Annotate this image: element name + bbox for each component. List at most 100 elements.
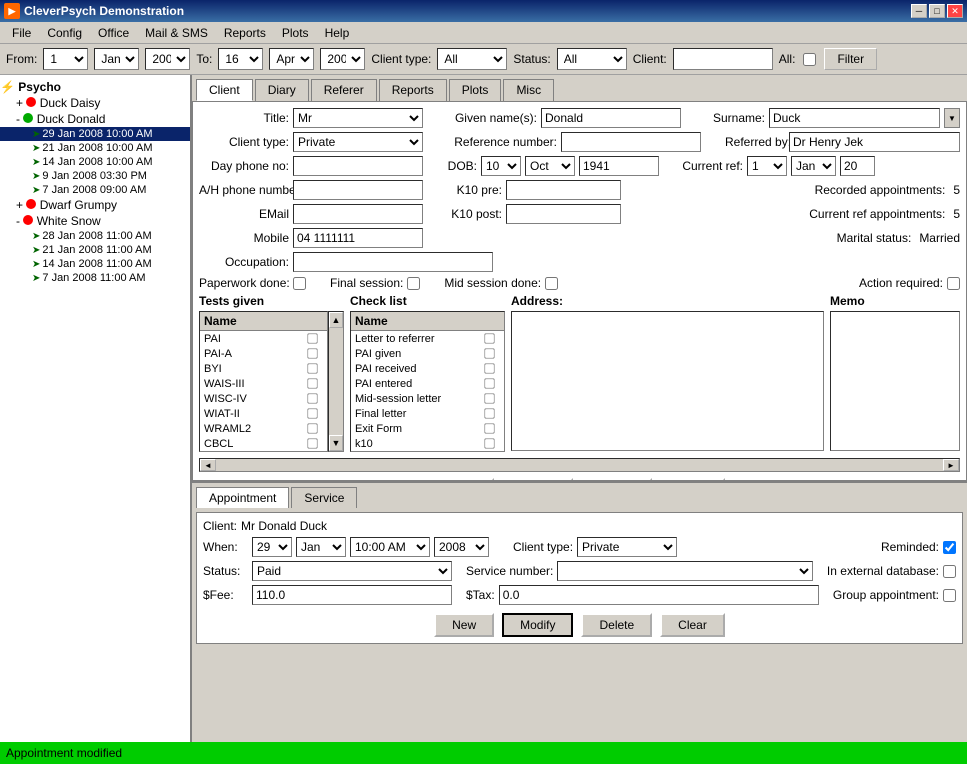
test-pai-a-check[interactable] <box>307 348 317 358</box>
tab-referer[interactable]: Referer <box>311 79 377 101</box>
tab-client[interactable]: Client <box>196 79 253 101</box>
menu-mail-sms[interactable]: Mail & SMS <box>137 24 216 42</box>
referred-by-input[interactable] <box>789 132 960 152</box>
appt-reminded-checkbox[interactable] <box>943 541 956 554</box>
test-wiat-check[interactable] <box>307 408 317 418</box>
test-pai-check[interactable] <box>307 333 317 343</box>
check-k10-cb[interactable] <box>484 438 494 448</box>
address-textarea[interactable] <box>511 311 824 451</box>
k10-pre-input[interactable] <box>506 180 621 200</box>
appt-external-checkbox[interactable] <box>943 565 956 578</box>
check-pai-entered-cb[interactable] <box>484 378 494 388</box>
tab-plots[interactable]: Plots <box>449 79 502 101</box>
appt-9-jan[interactable]: ➤ 9 Jan 2008 03:30 PM <box>0 169 190 183</box>
appt-when-year[interactable]: 2008 <box>434 537 489 557</box>
tests-scroll-down[interactable]: ▼ <box>329 435 343 451</box>
appt-29-jan[interactable]: ➤ 29 Jan 2008 10:00 AM <box>0 127 190 141</box>
surname-scroll-btn[interactable]: ▼ <box>944 108 960 128</box>
occupation-input[interactable] <box>293 252 493 272</box>
k10-post-input[interactable] <box>506 204 621 224</box>
client-toolbar-input[interactable] <box>673 48 773 70</box>
tab-misc[interactable]: Misc <box>503 79 554 101</box>
h-scroll-left[interactable]: ◄ <box>200 459 216 471</box>
appt-new-button[interactable]: New <box>434 613 494 637</box>
test-cbcl-check[interactable] <box>307 438 317 448</box>
paperwork-checkbox[interactable] <box>293 277 306 290</box>
appt-7-jan[interactable]: ➤ 7 Jan 2008 09:00 AM <box>0 183 190 197</box>
action-required-checkbox[interactable] <box>947 277 960 290</box>
appt-when-month[interactable]: Jan <box>296 537 346 557</box>
ah-phone-input[interactable] <box>293 180 423 200</box>
appt-snow-21-jan[interactable]: ➤ 21 Jan 2008 11:00 AM <box>0 243 190 257</box>
check-exit-form-cb[interactable] <box>484 423 494 433</box>
check-final-letter-cb[interactable] <box>484 408 494 418</box>
check-pai-given-cb[interactable] <box>484 348 494 358</box>
appt-when-day[interactable]: 29 <box>252 537 292 557</box>
email-input[interactable] <box>293 204 423 224</box>
appt-clear-button[interactable]: Clear <box>660 613 725 637</box>
mobile-input[interactable] <box>293 228 423 248</box>
given-names-input[interactable] <box>541 108 681 128</box>
test-wisc-check[interactable] <box>307 393 317 403</box>
appt-status-select[interactable]: PaidUnpaid <box>252 561 452 581</box>
appt-modify-button[interactable]: Modify <box>502 613 573 637</box>
current-ref-month[interactable]: Jan <box>791 156 836 176</box>
tests-scroll-up[interactable]: ▲ <box>329 312 343 328</box>
appt-group-checkbox[interactable] <box>943 589 956 602</box>
mid-session-checkbox[interactable] <box>545 277 558 290</box>
test-wais-check[interactable] <box>307 378 317 388</box>
appt-when-time[interactable]: 10:00 AM <box>350 537 430 557</box>
dob-month-select[interactable]: Oct <box>525 156 575 176</box>
appt-service-num-select[interactable] <box>557 561 813 581</box>
check-letter-ref-cb[interactable] <box>484 333 494 343</box>
tree-item-white-snow[interactable]: - White Snow <box>0 213 190 229</box>
appt-snow-28-jan[interactable]: ➤ 28 Jan 2008 11:00 AM <box>0 229 190 243</box>
from-year-select[interactable]: 20082007 <box>145 48 190 70</box>
h-scroll-right[interactable]: ► <box>943 459 959 471</box>
filter-button[interactable]: Filter <box>824 48 877 70</box>
tree-item-duck-donald[interactable]: - Duck Donald <box>0 111 190 127</box>
title-select[interactable]: MrMrsMsDr <box>293 108 423 128</box>
current-ref-num[interactable]: 1 <box>747 156 787 176</box>
current-ref-year[interactable] <box>840 156 875 176</box>
final-session-checkbox[interactable] <box>407 277 420 290</box>
tests-scrollbar[interactable]: ▲ ▼ <box>328 311 344 452</box>
maximize-button[interactable]: □ <box>929 4 945 18</box>
appt-tax-input[interactable] <box>499 585 819 605</box>
memo-textarea[interactable] <box>830 311 960 451</box>
appt-fee-input[interactable] <box>252 585 452 605</box>
appt-14-jan[interactable]: ➤ 14 Jan 2008 10:00 AM <box>0 155 190 169</box>
appt-snow-7-jan[interactable]: ➤ 7 Jan 2008 11:00 AM <box>0 271 190 285</box>
client-type-select[interactable]: PrivatePublic <box>293 132 423 152</box>
menu-help[interactable]: Help <box>317 24 358 42</box>
to-day-select[interactable]: 16 <box>218 48 263 70</box>
menu-plots[interactable]: Plots <box>274 24 317 42</box>
test-wraml-check[interactable] <box>307 423 317 433</box>
reference-input[interactable] <box>561 132 701 152</box>
to-year-select[interactable]: 2008 <box>320 48 365 70</box>
to-month-select[interactable]: AprJan <box>269 48 314 70</box>
check-mid-session-cb[interactable] <box>484 393 494 403</box>
day-phone-input[interactable] <box>293 156 423 176</box>
from-month-select[interactable]: JanFebMarApr <box>94 48 139 70</box>
check-pai-received-cb[interactable] <box>484 363 494 373</box>
tab-reports[interactable]: Reports <box>379 79 447 101</box>
tab-appointment[interactable]: Appointment <box>196 487 289 508</box>
menu-reports[interactable]: Reports <box>216 24 274 42</box>
appt-snow-14-jan[interactable]: ➤ 14 Jan 2008 11:00 AM <box>0 257 190 271</box>
dob-day-select[interactable]: 10 <box>481 156 521 176</box>
all-checkbox[interactable] <box>803 53 816 66</box>
appt-delete-button[interactable]: Delete <box>581 613 652 637</box>
tab-diary[interactable]: Diary <box>255 79 309 101</box>
close-button[interactable]: ✕ <box>947 4 963 18</box>
menu-office[interactable]: Office <box>90 24 137 42</box>
appt-21-jan[interactable]: ➤ 21 Jan 2008 10:00 AM <box>0 141 190 155</box>
dob-year-input[interactable] <box>579 156 659 176</box>
surname-input[interactable] <box>769 108 940 128</box>
h-scrollbar[interactable]: ◄ ► <box>199 458 960 472</box>
menu-config[interactable]: Config <box>39 24 90 42</box>
tree-item-duck-daisy[interactable]: + Duck Daisy <box>0 95 190 111</box>
test-byi-check[interactable] <box>307 363 317 373</box>
tree-item-dwarf-grumpy[interactable]: + Dwarf Grumpy <box>0 197 190 213</box>
from-day-select[interactable]: 121516 <box>43 48 88 70</box>
